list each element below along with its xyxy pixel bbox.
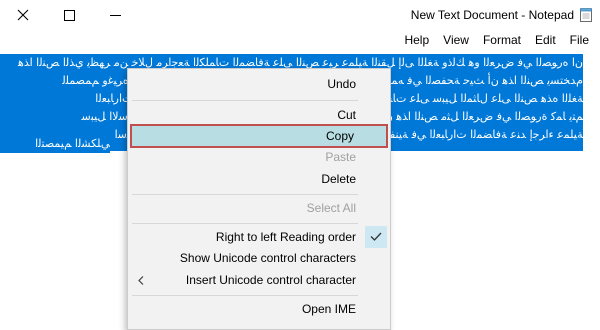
menu-separator bbox=[132, 194, 358, 195]
text-line: ﻲﻠﻜﺸﻟﺍ ﻢﻴﻤﺼﺘﻟﺍ bbox=[0, 135, 110, 153]
minimize-icon bbox=[109, 14, 121, 16]
menu-help[interactable]: Help bbox=[397, 30, 436, 50]
menu-format[interactable]: Format bbox=[476, 30, 528, 50]
chevron-left-icon bbox=[134, 269, 148, 291]
close-icon bbox=[17, 9, 29, 21]
menu-item-insert-unicode[interactable]: Insert Unicode control character bbox=[128, 269, 390, 291]
minimize-button[interactable] bbox=[92, 0, 138, 30]
maximize-button[interactable] bbox=[46, 0, 92, 30]
menu-item-show-unicode[interactable]: Show Unicode control characters bbox=[128, 247, 390, 269]
menu-separator bbox=[132, 100, 358, 101]
window-title: New Text Document - Notepad bbox=[410, 8, 574, 22]
menu-item-select-all[interactable]: Select All bbox=[128, 197, 390, 219]
menu-item-open-ime[interactable]: Open IME bbox=[128, 298, 390, 320]
menu-item-undo[interactable]: Undo bbox=[128, 73, 390, 95]
close-button[interactable] bbox=[0, 0, 46, 30]
menu-file[interactable]: File bbox=[563, 30, 596, 50]
menu-item-rtl-reading-order[interactable]: Right to left Reading order bbox=[128, 226, 390, 248]
context-menu: Undo Cut Copy Paste Delete Select All Ri… bbox=[127, 68, 391, 330]
menu-view[interactable]: View bbox=[436, 30, 476, 50]
menu-item-delete[interactable]: Delete bbox=[128, 168, 390, 190]
window-title-area: New Text Document - Notepad bbox=[411, 0, 592, 30]
menu-edit[interactable]: Edit bbox=[528, 30, 563, 50]
notepad-icon bbox=[580, 8, 592, 22]
menu-items: File Edit Format View Help bbox=[397, 30, 596, 50]
maximize-icon bbox=[63, 9, 75, 21]
menu-bar: File Edit Format View Help bbox=[0, 30, 600, 50]
menu-separator bbox=[132, 223, 358, 224]
menu-item-copy[interactable]: Copy bbox=[130, 124, 388, 148]
checkmark-icon bbox=[365, 226, 387, 248]
title-bar: New Text Document - Notepad bbox=[0, 0, 600, 30]
menu-separator bbox=[132, 295, 358, 296]
vertical-scrollbar[interactable] bbox=[583, 50, 600, 307]
menu-item-cut[interactable]: Cut bbox=[128, 104, 390, 126]
menu-item-paste[interactable]: Paste bbox=[128, 146, 390, 168]
